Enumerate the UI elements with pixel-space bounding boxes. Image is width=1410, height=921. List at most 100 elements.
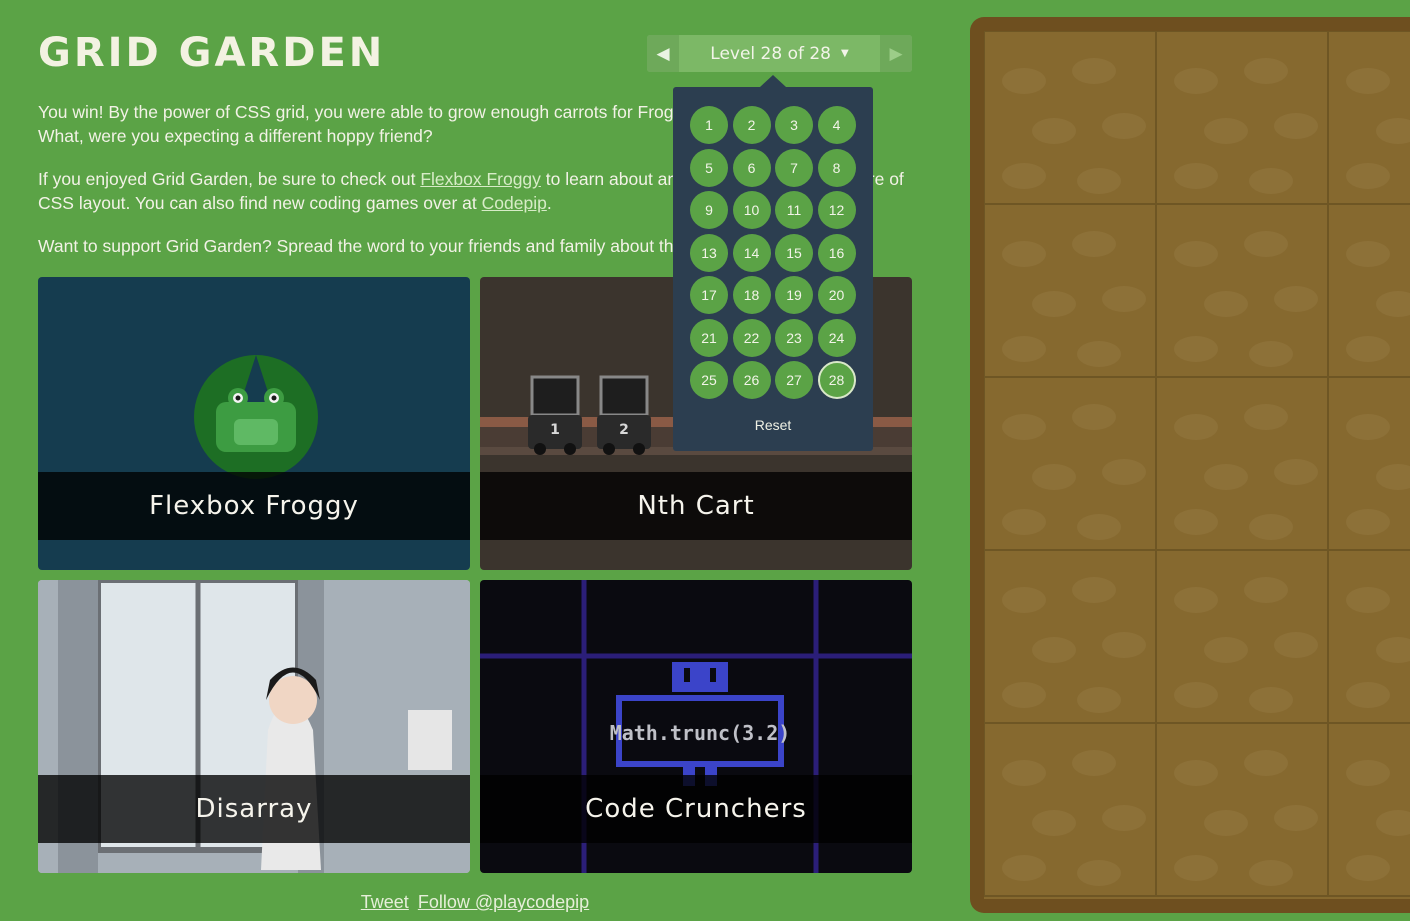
level-button-1[interactable]: 1 [690,106,728,144]
level-button-3[interactable]: 3 [775,106,813,144]
soil-pebble [1072,404,1116,430]
soil-pebble [1002,682,1046,708]
soil-pebble [1204,291,1248,317]
promo-text-start: If you enjoyed Grid Garden, be sure to c… [38,169,421,189]
soil-pebble [1102,459,1146,485]
soil-pebble [1346,587,1390,613]
reset-button[interactable]: Reset [673,417,873,433]
soil-pebble [1249,687,1293,713]
soil-pebble [1032,464,1076,490]
level-button-21[interactable]: 21 [690,318,728,357]
soil-pebble [1346,68,1390,94]
soil-pebble [1244,577,1288,603]
soil-pebble [1346,414,1390,440]
level-button-17[interactable]: 17 [690,276,728,314]
soil-pebble [1077,168,1121,194]
follow-link[interactable]: Follow @playcodepip [418,892,589,912]
level-button-26[interactable]: 26 [732,361,771,399]
triangle-right-icon: ▶ [889,43,903,64]
game-card-title: Disarray [38,775,470,843]
garden-board [970,17,1410,913]
level-button-16[interactable]: 16 [817,233,856,272]
soil-pebble [1077,514,1121,540]
soil-pebble [1174,336,1218,362]
soil-pebble [1174,509,1218,535]
level-button-4[interactable]: 4 [817,106,856,144]
soil-pebble [1346,682,1390,708]
soil-pebble [1102,286,1146,312]
soil-pebble [1274,632,1318,658]
soil-pebble [1346,241,1390,267]
soil-pebble [1002,509,1046,535]
soil-pebble [1032,118,1076,144]
soil-pebble [1174,241,1218,267]
level-button-28[interactable]: 28 [817,361,856,399]
soil-pebble [1032,637,1076,663]
level-button-22[interactable]: 22 [732,318,771,357]
soil-pebble [1346,336,1390,362]
cart-number-1: 1 [550,422,560,438]
soil-pebble [1244,404,1288,430]
soil-pebble [1346,509,1390,535]
level-button-8[interactable]: 8 [817,148,856,187]
soil-pebble [1174,68,1218,94]
level-button-23[interactable]: 23 [775,318,813,357]
soil-pebble [1274,286,1318,312]
soil-pebble [1249,860,1293,886]
level-button-10[interactable]: 10 [732,191,771,229]
promo-text-end: . [546,193,552,213]
soil-pebble [1002,68,1046,94]
soil-pebble [1244,750,1288,776]
level-button-12[interactable]: 12 [817,191,856,229]
tweet-link[interactable]: Tweet [361,892,409,912]
level-button-27[interactable]: 27 [775,361,813,399]
game-card-code-crunchers[interactable]: Math.trunc(3.2) Code Crunchers [480,580,912,873]
page-title: GRID GARDEN [38,30,386,76]
soil-pebble [1072,231,1116,257]
level-button-9[interactable]: 9 [690,191,728,229]
soil-pebble [1077,687,1121,713]
level-button-5[interactable]: 5 [690,148,728,187]
level-button-19[interactable]: 19 [775,276,813,314]
level-button-20[interactable]: 20 [817,276,856,314]
previous-level-button[interactable]: ◀ [647,35,679,72]
soil-pebble [1002,241,1046,267]
level-button-15[interactable]: 15 [775,233,813,272]
garden-soil [983,30,1410,899]
triangle-left-icon: ◀ [656,43,670,64]
soil-pebble [1072,750,1116,776]
soil-pebble [1249,514,1293,540]
soil-pebble [1002,760,1046,786]
level-button-14[interactable]: 14 [732,233,771,272]
soil-pebble [1077,341,1121,367]
soil-pebble [1174,414,1218,440]
level-button-18[interactable]: 18 [732,276,771,314]
soil-pebble [1274,805,1318,831]
soil-pebble [1244,231,1288,257]
game-card-title: Nth Cart [480,472,912,540]
level-button-2[interactable]: 2 [732,106,771,144]
game-card-disarray[interactable]: Disarray [38,580,470,873]
level-button-6[interactable]: 6 [732,148,771,187]
flexbox-froggy-link[interactable]: Flexbox Froggy [420,169,541,189]
level-button-25[interactable]: 25 [690,361,728,399]
soil-pebble [1174,163,1218,189]
soil-pebble [1204,118,1248,144]
soil-pebble [1274,113,1318,139]
game-card-flexbox-froggy[interactable]: Flexbox Froggy [38,277,470,570]
garden-grid [983,30,1410,897]
level-button-11[interactable]: 11 [775,191,813,229]
level-button-7[interactable]: 7 [775,148,813,187]
level-indicator-button[interactable]: Level 28 of 28 ▼ [679,35,880,72]
level-button-13[interactable]: 13 [690,233,728,272]
codepip-link[interactable]: Codepip [482,193,547,213]
level-button-24[interactable]: 24 [817,318,856,357]
game-card-title: Code Crunchers [480,775,912,843]
soil-pebble [1174,587,1218,613]
soil-pebble [1249,168,1293,194]
soil-pebble [1077,860,1121,886]
soil-pebble [1204,464,1248,490]
cart-number-2: 2 [619,422,629,438]
soil-pebble [1346,855,1390,881]
next-level-button[interactable]: ▶ [880,35,912,72]
